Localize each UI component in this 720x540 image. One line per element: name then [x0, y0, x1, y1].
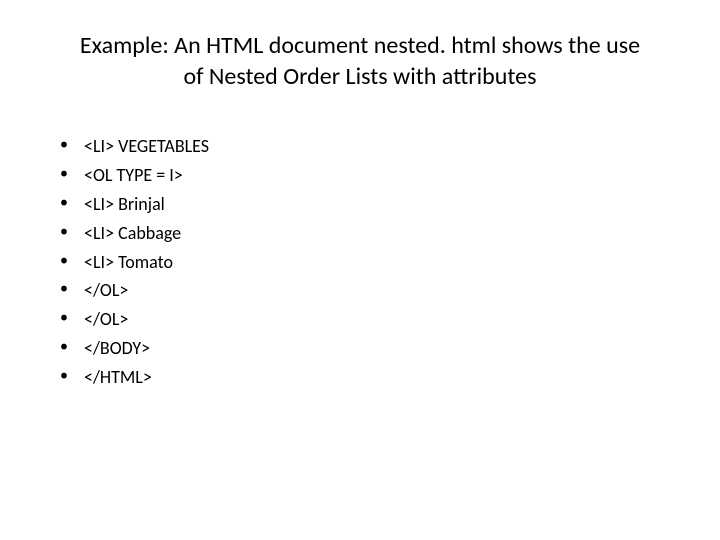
list-item: </HTML> — [60, 363, 680, 392]
list-item: <LI> Cabbage — [60, 219, 680, 248]
list-item: </OL> — [60, 276, 680, 305]
slide-content: <LI> VEGETABLES <OL TYPE = I> <LI> Brinj… — [40, 132, 680, 391]
list-item: </BODY> — [60, 334, 680, 363]
list-item: <OL TYPE = I> — [60, 161, 680, 190]
code-list: <LI> VEGETABLES <OL TYPE = I> <LI> Brinj… — [60, 132, 680, 391]
list-item: </OL> — [60, 305, 680, 334]
list-item: <LI> Tomato — [60, 248, 680, 277]
slide-title: Example: An HTML document nested. html s… — [40, 30, 680, 92]
list-item: <LI> VEGETABLES — [60, 132, 680, 161]
list-item: <LI> Brinjal — [60, 190, 680, 219]
